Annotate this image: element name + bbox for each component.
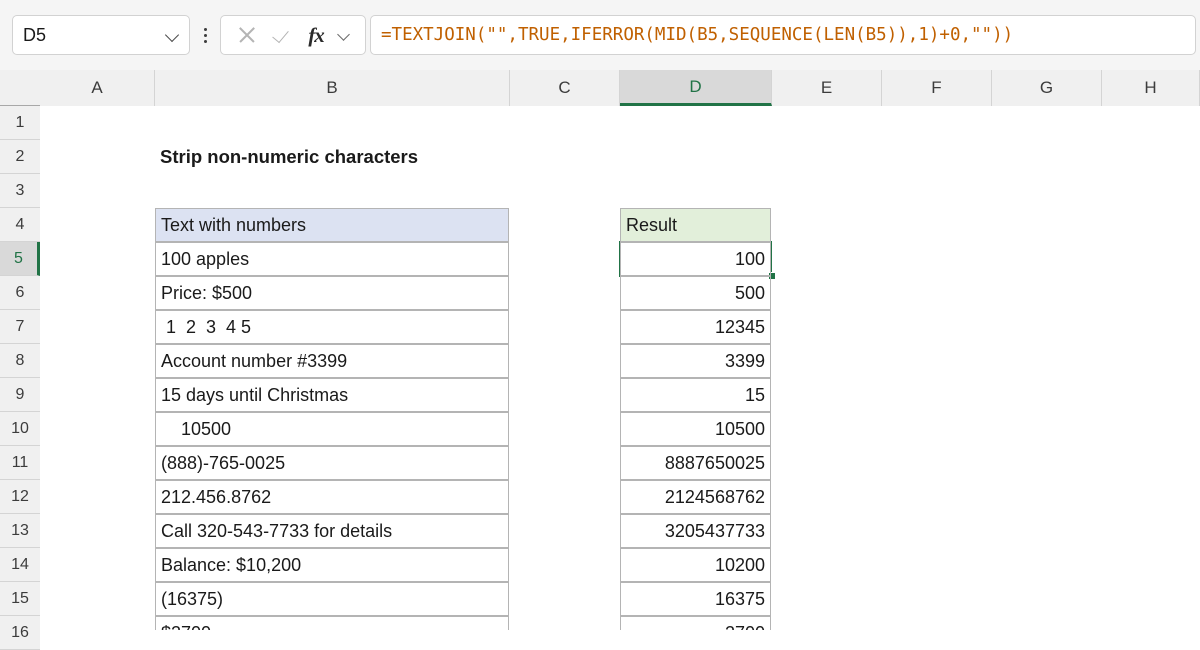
- cell-text-b6[interactable]: Price: $500: [155, 276, 509, 310]
- column-header-b[interactable]: B: [155, 70, 510, 106]
- cell-text-b5[interactable]: 100 apples: [155, 242, 509, 276]
- chevron-down-icon[interactable]: [166, 29, 179, 42]
- row-header-column: 1 2 3 4 5 6 7 8 9 10 11 12 13 14 15 16: [0, 106, 40, 650]
- cell-text-b13[interactable]: Call 320-543-7733 for details: [155, 514, 509, 548]
- cell-text-b15[interactable]: (16375): [155, 582, 509, 616]
- cell-text-b14[interactable]: Balance: $10,200: [155, 548, 509, 582]
- row-header-16[interactable]: 16: [0, 616, 40, 650]
- cell-result-d8[interactable]: 3399: [620, 344, 771, 378]
- formula-input[interactable]: =TEXTJOIN("",TRUE,IFERROR(MID(B5,SEQUENC…: [370, 15, 1196, 55]
- column-header-e[interactable]: E: [772, 70, 882, 106]
- cell-result-d9[interactable]: 15: [620, 378, 771, 412]
- row-header-15[interactable]: 15: [0, 582, 40, 616]
- cell-text-b9[interactable]: 15 days until Christmas: [155, 378, 509, 412]
- name-box[interactable]: D5: [12, 15, 190, 55]
- cell-result-d10[interactable]: 10500: [620, 412, 771, 446]
- kebab-dot: [203, 27, 207, 31]
- cell-result-d7[interactable]: 12345: [620, 310, 771, 344]
- chevron-down-icon[interactable]: [338, 29, 350, 41]
- kebab-dot: [203, 39, 207, 43]
- cell-area: Strip non-numeric characters Text with nu…: [40, 106, 1200, 630]
- row-header-6[interactable]: 6: [0, 276, 40, 310]
- cell-result-d11[interactable]: 8887650025: [620, 446, 771, 480]
- cell-result-d5[interactable]: 100: [620, 242, 771, 276]
- cell-result-d6[interactable]: 500: [620, 276, 771, 310]
- row-header-2[interactable]: 2: [0, 140, 40, 174]
- cell-text-b11[interactable]: (888)-765-0025: [155, 446, 509, 480]
- table-header-text-with-numbers[interactable]: Text with numbers: [155, 208, 509, 242]
- table-header-result[interactable]: Result: [620, 208, 771, 242]
- row-header-7[interactable]: 7: [0, 310, 40, 344]
- row-header-5[interactable]: 5: [0, 242, 40, 276]
- cell-text-b8[interactable]: Account number #3399: [155, 344, 509, 378]
- kebab-dot: [203, 33, 207, 37]
- row-header-11[interactable]: 11: [0, 446, 40, 480]
- formula-text: =TEXTJOIN("",TRUE,IFERROR(MID(B5,SEQUENC…: [381, 25, 1014, 45]
- fx-icon[interactable]: fx: [308, 23, 324, 48]
- row-header-14[interactable]: 14: [0, 548, 40, 582]
- check-icon[interactable]: [272, 24, 294, 46]
- column-header-c[interactable]: C: [510, 70, 620, 106]
- row-header-10[interactable]: 10: [0, 412, 40, 446]
- column-header-g[interactable]: G: [992, 70, 1102, 106]
- row-header-4[interactable]: 4: [0, 208, 40, 242]
- cell-text-b16[interactable]: $2700: [155, 616, 509, 630]
- row-header-1[interactable]: 1: [0, 106, 40, 140]
- column-header-d[interactable]: D: [620, 70, 772, 106]
- row-header-8[interactable]: 8: [0, 344, 40, 378]
- cell-result-d14[interactable]: 10200: [620, 548, 771, 582]
- row-header-13[interactable]: 13: [0, 514, 40, 548]
- close-icon[interactable]: [236, 24, 258, 46]
- kebab-menu-icon[interactable]: [194, 15, 216, 55]
- cell-result-d12[interactable]: 2124568762: [620, 480, 771, 514]
- column-header-a[interactable]: A: [40, 70, 155, 106]
- column-header-h[interactable]: H: [1102, 70, 1200, 106]
- cell-result-d13[interactable]: 3205437733: [620, 514, 771, 548]
- cell-result-d16[interactable]: 2700: [620, 616, 771, 630]
- formula-bar: D5 fx =TEXTJOIN("",TRUE,IFERROR(MID(B5,S…: [0, 0, 1200, 70]
- cell-result-d15[interactable]: 16375: [620, 582, 771, 616]
- row-header-3[interactable]: 3: [0, 174, 40, 208]
- formula-action-group: fx: [220, 15, 366, 55]
- row-header-12[interactable]: 12: [0, 480, 40, 514]
- sheet-title[interactable]: Strip non-numeric characters: [155, 140, 509, 174]
- row-header-9[interactable]: 9: [0, 378, 40, 412]
- name-box-value: D5: [23, 24, 47, 45]
- cell-text-b12[interactable]: 212.456.8762: [155, 480, 509, 514]
- column-header-f[interactable]: F: [882, 70, 992, 106]
- spreadsheet-grid: ABCDEFGH 1 2 3 4 5 6 7 8 9 10 11 12 13 14 15 16 Strip n…: [0, 70, 1200, 650]
- column-header-row: ABCDEFGH: [0, 70, 1200, 106]
- cell-text-b7[interactable]: 1 2 3 4 5: [155, 310, 509, 344]
- cell-text-b10[interactable]: 10500: [155, 412, 509, 446]
